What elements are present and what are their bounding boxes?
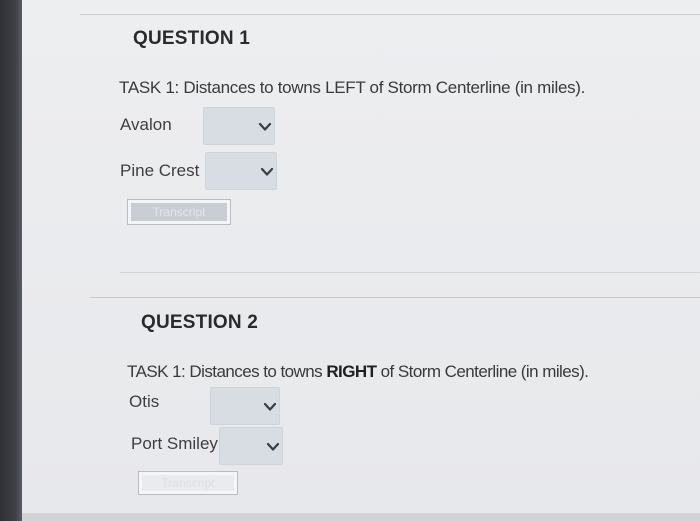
bottom-edge: [22, 513, 700, 521]
question-title: QUESTION 2: [141, 312, 259, 333]
transcript-button[interactable]: Transcript: [127, 199, 231, 225]
task-emphasis: LEFT: [325, 78, 366, 97]
quiz-page: QUESTION 1 TASK 1: Distances to towns LE…: [22, 0, 700, 513]
chevron-down-icon: [258, 122, 272, 131]
question-title: QUESTION 1: [133, 28, 251, 49]
chevron-down-icon: [260, 167, 274, 176]
distance-select-port-smiley[interactable]: [219, 427, 283, 465]
transcript-button-label: Transcript: [131, 203, 227, 221]
task-emphasis: RIGHT: [326, 362, 377, 381]
task-text: TASK 1: Distances to towns RIGHT of Stor…: [127, 362, 589, 382]
chevron-down-icon: [266, 442, 280, 451]
divider: [80, 14, 700, 15]
transcript-button[interactable]: Transcript: [138, 471, 238, 495]
divider: [90, 297, 700, 298]
divider: [120, 272, 700, 273]
answer-label: Pine Crest: [120, 161, 200, 180]
transcript-button-label: Transcript: [142, 475, 234, 491]
left-edge: [0, 0, 22, 521]
answer-label: Avalon: [120, 115, 172, 134]
distance-select-otis[interactable]: [210, 387, 280, 425]
task-prefix: TASK 1: Distances to towns: [127, 362, 327, 381]
answer-label: Otis: [129, 392, 160, 411]
task-suffix: of Storm Centerline (in miles).: [376, 362, 589, 381]
distance-select-avalon[interactable]: [203, 107, 275, 145]
task-text: TASK 1: Distances to towns LEFT of Storm…: [119, 78, 585, 98]
chevron-down-icon: [263, 402, 277, 411]
task-suffix: of Storm Centerline (in miles).: [365, 78, 586, 97]
distance-select-pine-crest[interactable]: [205, 152, 277, 190]
answer-label: Port Smiley: [131, 434, 218, 453]
task-prefix: TASK 1: Distances to towns: [119, 78, 326, 97]
